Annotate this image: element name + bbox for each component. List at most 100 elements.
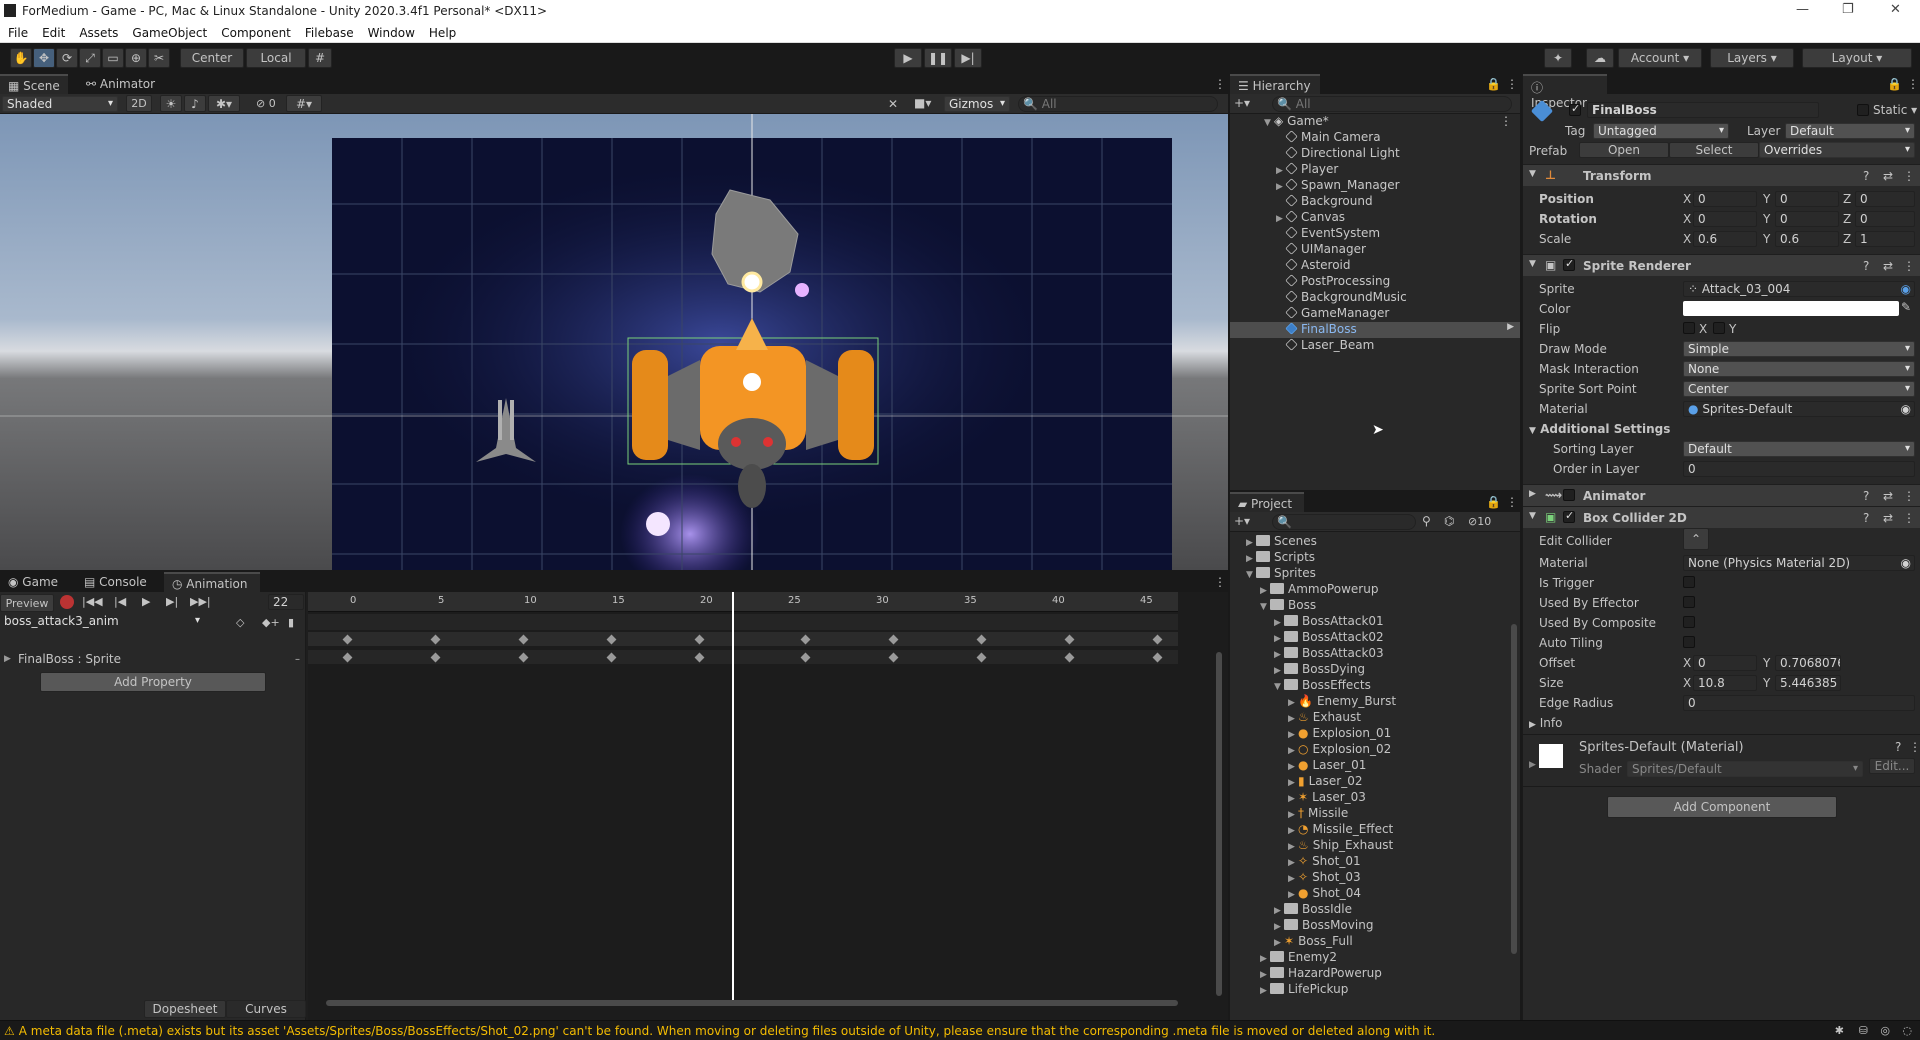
project-item[interactable]: ▶ LifePickup [1260,982,1348,998]
scene-search-input[interactable]: 🔍 All [1018,96,1218,112]
scene-menu-icon[interactable]: ⋮ [1500,114,1512,128]
sprite-renderer-enabled-checkbox[interactable] [1563,257,1575,271]
expand-arrow-icon[interactable]: ▼ [1274,682,1284,692]
position-z-field[interactable]: 0 [1855,191,1915,207]
status-bar[interactable]: ⚠ A meta data file (.meta) exists but it… [0,1020,1920,1040]
move-tool-icon[interactable]: ✥ [33,48,55,68]
dopesheet-button[interactable]: Dopesheet [144,1000,226,1018]
shader-edit-button[interactable]: Edit... [1869,758,1915,774]
expand-arrow-icon[interactable]: ▶ [1288,762,1298,772]
color-swatch[interactable] [1683,301,1899,316]
expand-arrow-icon[interactable]: ▶ [1274,634,1284,644]
expand-arrow-icon[interactable]: ▶ [1246,554,1256,564]
project-item[interactable]: ▼ Boss [1260,598,1316,614]
expand-arrow-icon[interactable]: ▼ [1260,602,1270,612]
expand-arrow-icon[interactable]: ▶ [1288,842,1298,852]
help-icon[interactable]: ? [1863,511,1869,525]
scale-tool-icon[interactable]: ⤢ [79,48,101,68]
project-scrollbar[interactable] [1510,534,1518,998]
static-checkbox[interactable] [1857,104,1869,116]
menu-filebase[interactable]: Filebase [305,26,354,40]
hierarchy-item-finalboss[interactable]: FinalBoss ▶ [1230,322,1520,338]
collider-material-field[interactable]: None (Physics Material 2D) ◉ [1683,555,1915,571]
project-item[interactable]: ▶ 🔥 Enemy_Burst [1288,694,1396,710]
gizmos-dropdown[interactable]: Gizmos [944,96,1010,112]
project-item[interactable]: ▶ HazardPowerup [1260,966,1382,982]
animation-menu-icon[interactable]: ⋮ [1206,572,1226,592]
grid-icon[interactable]: #▾ [286,95,322,112]
component-menu-icon[interactable]: ⋮ [1903,489,1915,503]
tab-console[interactable]: ▤ Console [76,572,156,592]
play-animation-icon[interactable]: ▶ [142,595,150,608]
tab-animator[interactable]: ⚯ Animator [78,74,168,94]
tab-hierarchy[interactable]: ☰ Hierarchy [1230,74,1320,94]
expand-arrow-icon[interactable]: ▶ [1260,970,1270,980]
frame-field[interactable]: 22 [268,594,304,610]
search-by-label-icon[interactable]: ⌬ [1444,514,1454,528]
hierarchy-item-main-camera[interactable]: Main Camera [1285,130,1381,146]
expand-arrow-icon[interactable]: ▶ [1288,778,1298,788]
menu-help[interactable]: Help [429,26,456,40]
used-by-composite-checkbox[interactable] [1683,616,1695,628]
first-key-icon[interactable]: |◀◀ [82,595,103,608]
project-item[interactable]: ▶ ▮ Laser_02 [1288,774,1363,790]
expand-arrow-icon[interactable]: ▶ [1260,586,1270,596]
object-name-field[interactable]: FinalBoss [1587,102,1819,118]
preset-icon[interactable]: ⇄ [1883,259,1893,273]
scale-y-field[interactable]: 0.6 [1775,231,1839,247]
scene-root-item[interactable]: ▼ ◈ Game* ⋮ [1264,114,1520,130]
component-menu-icon[interactable]: ⋮ [1903,259,1915,273]
expand-arrow-icon[interactable]: ▶ [1288,746,1298,756]
rotate-tool-icon[interactable]: ⟳ [56,48,78,68]
hierarchy-item-laser-beam[interactable]: Laser_Beam [1285,338,1374,354]
minimize-button[interactable]: — [1796,2,1809,17]
help-icon[interactable]: ? [1863,169,1869,183]
timeline-hscroll-thumb[interactable] [326,1000,1178,1006]
tools-icon[interactable]: ✕ [888,97,898,111]
bug-icon[interactable]: ✱ [1835,1024,1844,1037]
tab-inspector[interactable]: ⓘ Inspector [1523,74,1607,110]
expand-arrow-icon[interactable]: ▶ [1274,922,1284,932]
expand-arrow-icon[interactable]: ▶ [1274,906,1284,916]
expand-arrow-icon[interactable]: ▶ [1288,730,1298,740]
hierarchy-item-spawn-manager[interactable]: ▶ Spawn_Manager [1276,178,1400,194]
menu-file[interactable]: File [8,26,28,40]
hierarchy-item-uimanager[interactable]: UIManager [1285,242,1366,258]
project-item[interactable]: ▶ BossIdle [1274,902,1352,918]
expand-arrow-icon[interactable]: ▶ [1274,618,1284,628]
account-dropdown[interactable]: Account ▾ [1618,48,1702,68]
record-icon[interactable] [60,595,74,609]
lock-icon[interactable]: 🔒 [1478,492,1501,512]
expand-arrow-icon[interactable]: ▶ [1246,538,1256,548]
expand-arrow-icon[interactable]: ▶ [1288,714,1298,724]
lock-icon[interactable]: 🔒 [1879,74,1902,94]
preview-button[interactable]: Preview [0,594,54,612]
project-item[interactable]: ▶ ✧ Shot_01 [1288,854,1361,870]
size-y-field[interactable]: 5.446385 [1775,675,1841,691]
flip-x-checkbox[interactable] [1683,322,1695,334]
step-button[interactable]: ▶| [954,48,982,68]
last-key-icon[interactable]: ▶▶| [190,595,211,608]
timeline-ruler[interactable]: 0 5 10 15 20 25 30 35 40 45 [308,592,1178,612]
box-collider-header[interactable]: ▼ ▣ Box Collider 2D ? ⇄ ⋮ [1523,506,1920,528]
size-x-field[interactable]: 10.8 [1693,675,1757,691]
menu-gameobject[interactable]: GameObject [132,26,207,40]
preset-icon[interactable]: ⇄ [1883,489,1893,503]
playhead[interactable] [732,592,734,1006]
project-scroll-thumb[interactable] [1511,624,1517,954]
layer-dropdown[interactable]: Default [1785,123,1915,139]
flip-y-checkbox[interactable] [1713,322,1725,334]
expand-arrow-icon[interactable]: ▶ [1274,666,1284,676]
project-item[interactable]: ▶ † Missile [1288,806,1348,822]
tab-scene[interactable]: ▦ Scene [0,74,68,94]
project-item[interactable]: ▶ AmmoPowerup [1260,582,1378,598]
create-dropdown-icon[interactable]: +▾ [1234,96,1250,110]
clip-dropdown[interactable]: boss_attack3_anim [0,614,204,630]
help-icon[interactable]: ? [1895,740,1901,754]
project-item[interactable]: ▶ ♨ Ship_Exhaust [1288,838,1393,854]
scale-z-field[interactable]: 1 [1855,231,1915,247]
object-picker-icon[interactable]: ◉ [1901,282,1911,296]
project-item[interactable]: ▶ ◔ Missile_Effect [1288,822,1393,838]
hierarchy-item-postprocessing[interactable]: PostProcessing [1285,274,1390,290]
hierarchy-item-backgroundmusic[interactable]: BackgroundMusic [1285,290,1407,306]
